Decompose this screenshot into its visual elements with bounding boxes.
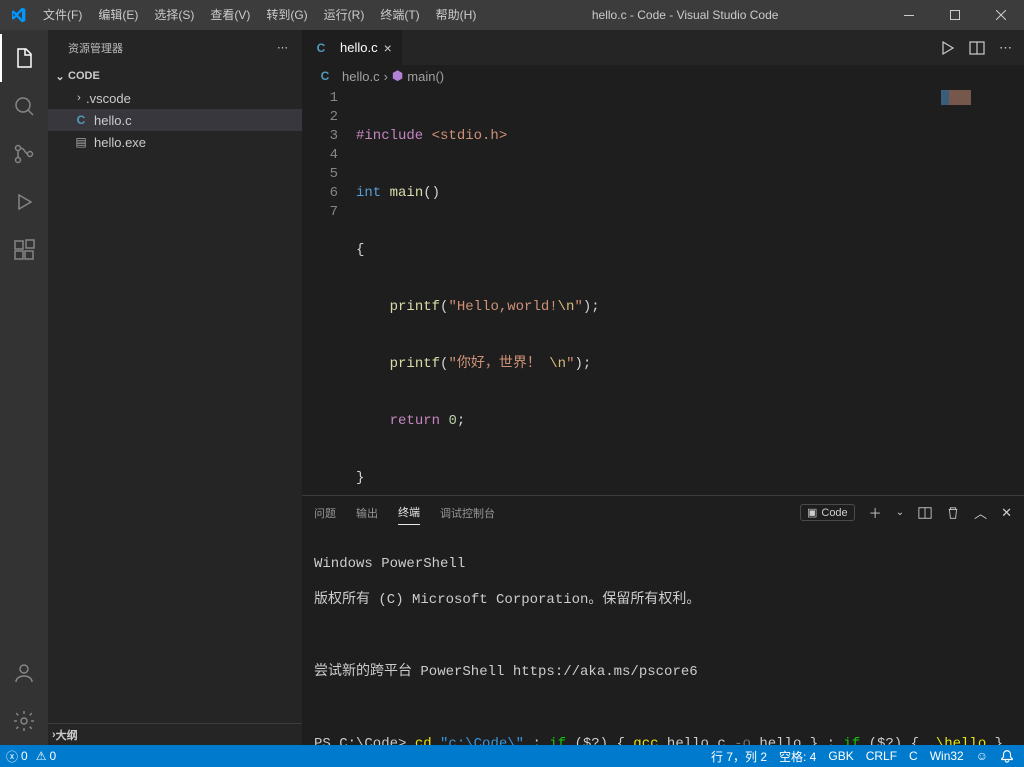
menu-view[interactable]: 查看(V): [202, 0, 258, 30]
root-label: CODE: [68, 70, 100, 82]
chevron-right-icon: ›: [384, 69, 388, 84]
tree-file-hello-c[interactable]: C hello.c: [48, 109, 302, 131]
status-line-col[interactable]: 行 7，列 2: [711, 748, 767, 765]
sidebar-header: 资源管理器 ⋯: [48, 30, 302, 65]
new-terminal-icon[interactable]: ＋: [869, 503, 882, 522]
minimap[interactable]: [936, 87, 1024, 495]
status-warnings[interactable]: ⚠0: [36, 749, 56, 763]
more-icon[interactable]: ⋯: [999, 40, 1014, 56]
chevron-right-icon: ›: [72, 92, 86, 104]
menu-file[interactable]: 文件(F): [35, 0, 90, 30]
folder-root[interactable]: ⌄ CODE: [48, 65, 302, 87]
code-editor[interactable]: 1234567 #include <stdio.h> int main() { …: [302, 87, 1024, 495]
title-bar: 文件(F) 编辑(E) 选择(S) 查看(V) 转到(G) 运行(R) 终端(T…: [0, 0, 1024, 30]
maximize-button[interactable]: [932, 0, 978, 30]
run-icon[interactable]: [939, 40, 955, 56]
breadcrumb-file: hello.c: [342, 69, 380, 84]
explorer-sidebar: 资源管理器 ⋯ ⌄ CODE › .vscode C hello.c ▤ hel…: [48, 30, 302, 745]
breadcrumb-symbol: main(): [407, 69, 444, 84]
tree-item-label: .vscode: [86, 91, 131, 106]
tree-item-label: hello.exe: [94, 135, 146, 150]
warning-icon: ⚠: [36, 749, 47, 763]
menu-selection[interactable]: 选择(S): [146, 0, 202, 30]
terminal-line: 版权所有 (C) Microsoft Corporation。保留所有权利。: [314, 591, 1012, 609]
status-spaces[interactable]: 空格: 4: [779, 748, 816, 765]
activity-bar: [0, 30, 48, 745]
c-file-icon: C: [72, 113, 90, 127]
code-content[interactable]: #include <stdio.h> int main() { printf("…: [356, 87, 600, 495]
trash-icon[interactable]: [946, 506, 960, 520]
notifications-icon[interactable]: [1000, 749, 1014, 763]
status-language[interactable]: C: [909, 749, 918, 763]
extensions-icon[interactable]: [0, 226, 48, 274]
chevron-down-icon[interactable]: ⌄: [896, 507, 904, 518]
more-icon[interactable]: ⋯: [277, 41, 290, 54]
c-file-icon: C: [312, 41, 330, 55]
terminal-body[interactable]: Windows PowerShell 版权所有 (C) Microsoft Co…: [302, 529, 1024, 745]
breadcrumb[interactable]: C hello.c › ⬢ main(): [302, 65, 1024, 87]
bottom-panel: 问题 输出 终端 调试控制台 ▣Code ＋ ⌄ ︿ ✕ Windows Pow…: [302, 495, 1024, 745]
explorer-icon[interactable]: [0, 34, 48, 82]
editor-tabs: C hello.c × ⋯: [302, 30, 1024, 65]
chevron-down-icon: ⌄: [52, 70, 68, 83]
tab-hello-c[interactable]: C hello.c ×: [302, 30, 402, 65]
binary-file-icon: ▤: [72, 135, 90, 149]
accounts-icon[interactable]: [0, 649, 48, 697]
close-panel-icon[interactable]: ✕: [1001, 505, 1012, 521]
status-bar: ⓧ0 ⚠0 行 7，列 2 空格: 4 GBK CRLF C Win32 ☺: [0, 745, 1024, 767]
minimize-button[interactable]: [886, 0, 932, 30]
split-terminal-icon[interactable]: [918, 506, 932, 520]
close-tab-icon[interactable]: ×: [384, 40, 392, 56]
menu-bar: 文件(F) 编辑(E) 选择(S) 查看(V) 转到(G) 运行(R) 终端(T…: [35, 0, 484, 30]
status-eol[interactable]: CRLF: [866, 749, 897, 763]
split-editor-icon[interactable]: [969, 40, 985, 56]
settings-gear-icon[interactable]: [0, 697, 48, 745]
menu-edit[interactable]: 编辑(E): [90, 0, 146, 30]
status-errors[interactable]: ⓧ0: [6, 748, 28, 765]
close-button[interactable]: [978, 0, 1024, 30]
tab-label: hello.c: [340, 40, 378, 55]
terminal-line: PS C:\Code> cd "c:\Code\" ; if ($?) { gc…: [314, 735, 1012, 745]
menu-help[interactable]: 帮助(H): [428, 0, 485, 30]
search-icon[interactable]: [0, 82, 48, 130]
menu-terminal[interactable]: 终端(T): [372, 0, 427, 30]
terminal-icon: ▣: [807, 506, 817, 519]
menu-run[interactable]: 运行(R): [316, 0, 373, 30]
terminal-line: 尝试新的跨平台 PowerShell https://aka.ms/pscore…: [314, 663, 1012, 681]
status-os[interactable]: Win32: [930, 749, 964, 763]
terminal-profile-label[interactable]: ▣Code: [800, 504, 855, 521]
outline-label: 大纲: [56, 727, 78, 743]
line-gutter: 1234567: [302, 87, 356, 495]
feedback-icon[interactable]: ☺: [976, 749, 988, 763]
terminal-line: Windows PowerShell: [314, 555, 1012, 573]
maximize-panel-icon[interactable]: ︿: [974, 503, 987, 522]
source-control-icon[interactable]: [0, 130, 48, 178]
tree-file-hello-exe[interactable]: ▤ hello.exe: [48, 131, 302, 153]
tree-folder-vscode[interactable]: › .vscode: [48, 87, 302, 109]
panel-tab-problems[interactable]: 问题: [314, 501, 336, 525]
symbol-method-icon: ⬢: [392, 68, 403, 84]
run-debug-icon[interactable]: [0, 178, 48, 226]
window-title: hello.c - Code - Visual Studio Code: [484, 8, 886, 22]
vscode-logo-icon: [0, 7, 35, 23]
menu-go[interactable]: 转到(G): [258, 0, 315, 30]
error-icon: ⓧ: [6, 748, 18, 765]
tree-item-label: hello.c: [94, 113, 132, 128]
window-controls: [886, 0, 1024, 30]
c-file-icon: C: [316, 69, 334, 83]
editor-area: C hello.c × ⋯ C hello.c › ⬢ main() 12345…: [302, 30, 1024, 745]
status-encoding[interactable]: GBK: [828, 749, 853, 763]
outline-section[interactable]: › 大纲: [48, 723, 302, 745]
sidebar-title: 资源管理器: [68, 40, 123, 56]
